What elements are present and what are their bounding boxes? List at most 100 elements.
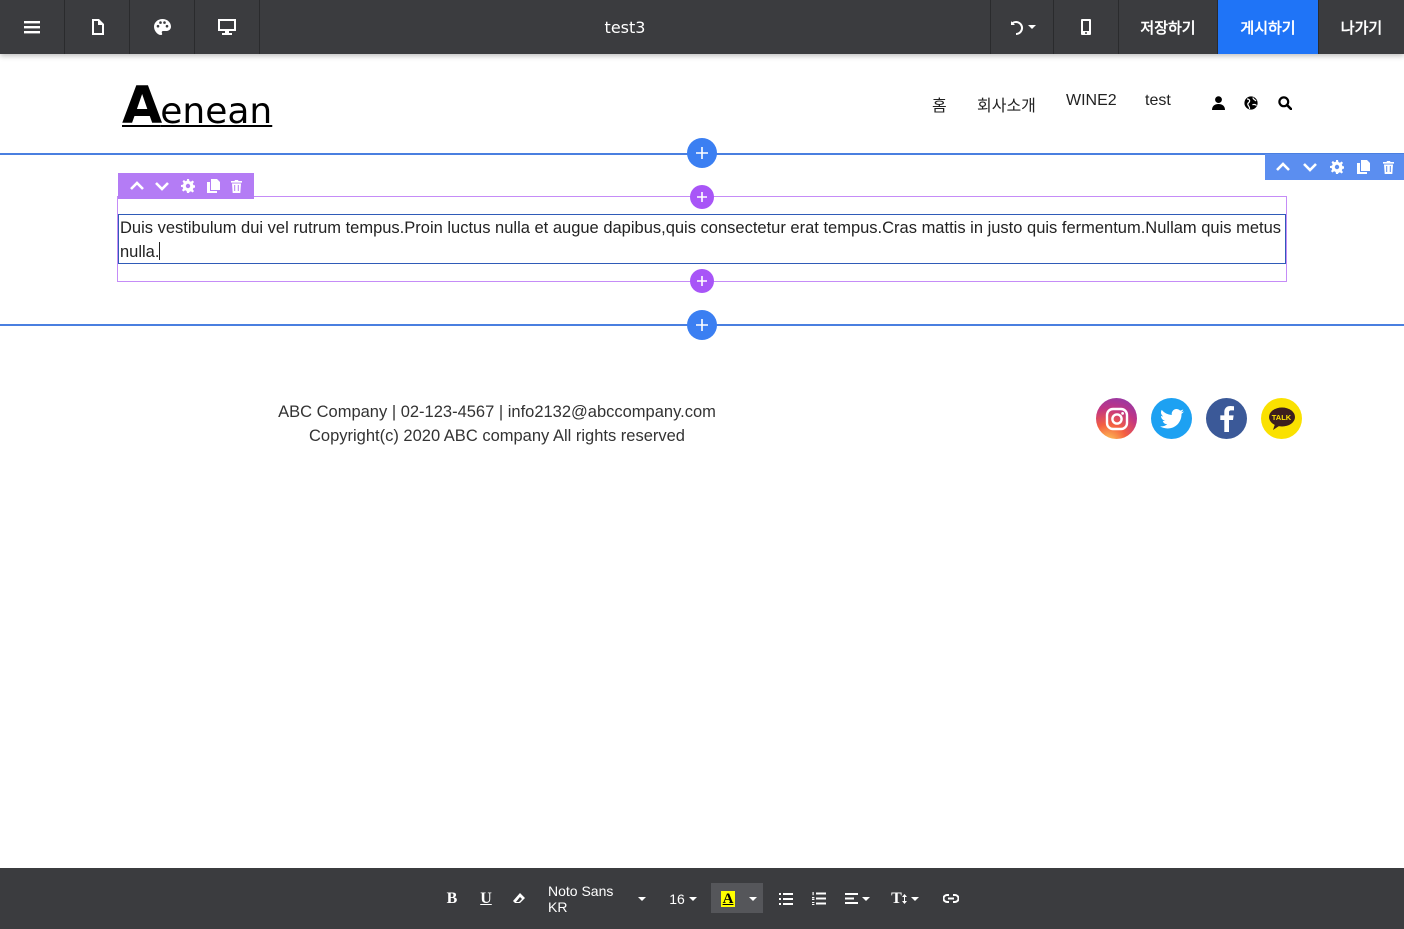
bullet-list-icon [779, 892, 793, 905]
pages-button[interactable] [65, 0, 130, 54]
section-settings-button[interactable] [1329, 160, 1344, 174]
align-left-icon [844, 893, 858, 904]
plus-icon [697, 276, 707, 286]
instagram-icon [1105, 407, 1128, 430]
mobile-icon [1081, 19, 1091, 35]
underline-button[interactable]: U [474, 868, 498, 929]
add-section-above-button[interactable] [687, 138, 717, 168]
page-title: test3 [604, 17, 646, 37]
highlight-color-icon: A [720, 890, 736, 907]
chevron-down-icon [1302, 163, 1317, 172]
highlight-color-button[interactable]: A [716, 868, 740, 929]
footer-copyright: Copyright(c) 2020 ABC company All rights… [308, 427, 685, 445]
arrows-vertical-icon [901, 893, 907, 904]
exit-label: 나가기 [1340, 18, 1383, 37]
preview-desktop-button[interactable] [195, 0, 260, 54]
add-block-above-button[interactable] [690, 185, 714, 209]
site-logo[interactable]: Aenean [122, 76, 272, 136]
desktop-icon [218, 19, 236, 35]
logo-initial: A [122, 76, 162, 136]
clear-format-button[interactable] [508, 868, 530, 929]
nav-item-home[interactable]: 홈 [932, 92, 947, 116]
highlight-color-dropdown[interactable] [744, 868, 762, 929]
move-block-down-button[interactable] [155, 181, 170, 191]
hamburger-icon [24, 21, 40, 34]
globe-icon[interactable] [1244, 96, 1258, 110]
block-settings-button[interactable] [180, 179, 195, 193]
section-toolbar [1265, 154, 1404, 180]
font-size-value: 16 [669, 890, 685, 907]
twitter-link[interactable] [1151, 398, 1192, 439]
chevron-up-icon [1275, 162, 1290, 171]
chevron-up-icon [129, 181, 144, 190]
bold-button[interactable]: B [440, 868, 464, 929]
undo-button[interactable] [990, 0, 1054, 54]
chevron-down-icon [638, 896, 646, 901]
save-label: 저장하기 [1140, 18, 1196, 37]
format-toolbar [0, 868, 1404, 929]
move-section-up-button[interactable] [1275, 162, 1290, 172]
duplicate-section-button[interactable] [1356, 160, 1370, 174]
trash-icon [1382, 160, 1394, 174]
font-family-dropdown[interactable]: Noto Sans KR [548, 868, 646, 929]
editor-topbar: test3 저장하기 게시하기 나가기 [0, 0, 1404, 54]
kakaotalk-label: TALK [1271, 413, 1292, 422]
trash-icon [231, 179, 243, 193]
bullet-list-button[interactable] [775, 868, 797, 929]
add-block-below-button[interactable] [690, 269, 714, 293]
exit-button[interactable]: 나가기 [1319, 0, 1404, 54]
text-cursor [159, 242, 161, 260]
align-dropdown[interactable] [842, 868, 872, 929]
chevron-down-icon [1028, 25, 1036, 29]
delete-section-button[interactable] [1382, 160, 1394, 174]
menu-button[interactable] [0, 0, 65, 54]
duplicate-block-button[interactable] [206, 179, 220, 193]
link-icon [943, 894, 959, 903]
file-icon [91, 19, 104, 35]
plus-icon [697, 192, 707, 202]
facebook-icon [1219, 405, 1234, 432]
undo-icon [1011, 21, 1024, 35]
copy-icon [206, 179, 220, 193]
logo-rest: enean [160, 91, 273, 132]
twitter-icon [1159, 408, 1184, 428]
palette-icon [153, 19, 171, 35]
instagram-link[interactable] [1096, 398, 1137, 439]
text-size-dropdown[interactable]: T [889, 868, 921, 929]
move-section-down-button[interactable] [1302, 162, 1317, 172]
search-icon[interactable] [1278, 96, 1292, 110]
eraser-icon [513, 893, 525, 903]
gear-icon [180, 179, 195, 193]
text-size-label: T [891, 889, 902, 907]
publish-label: 게시하기 [1240, 18, 1296, 37]
nav-item-test[interactable]: test [1145, 92, 1171, 110]
design-button[interactable] [130, 0, 195, 54]
text-editor[interactable]: Duis vestibulum dui vel rutrum tempus.Pr… [118, 214, 1286, 264]
insert-link-button[interactable] [940, 868, 962, 929]
footer-contact: ABC Company | 02-123-4567 | info2132@abc… [278, 403, 716, 421]
block-toolbar [118, 173, 254, 199]
move-block-up-button[interactable] [129, 181, 144, 191]
publish-button[interactable]: 게시하기 [1218, 0, 1319, 54]
nav-item-about[interactable]: 회사소개 [977, 92, 1036, 116]
kakaotalk-link[interactable]: TALK [1261, 398, 1302, 439]
bold-label: B [446, 889, 458, 907]
chevron-down-icon [910, 896, 919, 901]
save-button[interactable]: 저장하기 [1119, 0, 1218, 54]
user-icon[interactable] [1212, 96, 1225, 110]
gear-icon [1329, 160, 1344, 174]
editor-text: Duis vestibulum dui vel rutrum tempus.Pr… [120, 219, 1282, 261]
font-size-dropdown[interactable]: 16 [666, 868, 700, 929]
chevron-down-icon [155, 182, 170, 191]
font-family-value: Noto Sans KR [548, 882, 614, 915]
underline-label: U [480, 889, 492, 907]
preview-mobile-button[interactable] [1054, 0, 1119, 54]
numbered-list-icon [812, 892, 826, 905]
plus-icon [696, 319, 708, 331]
chevron-down-icon [861, 896, 870, 901]
delete-block-button[interactable] [231, 179, 243, 193]
add-section-below-button[interactable] [687, 310, 717, 340]
facebook-link[interactable] [1206, 398, 1247, 439]
numbered-list-button[interactable] [808, 868, 830, 929]
nav-item-wine2[interactable]: WINE2 [1066, 92, 1117, 110]
